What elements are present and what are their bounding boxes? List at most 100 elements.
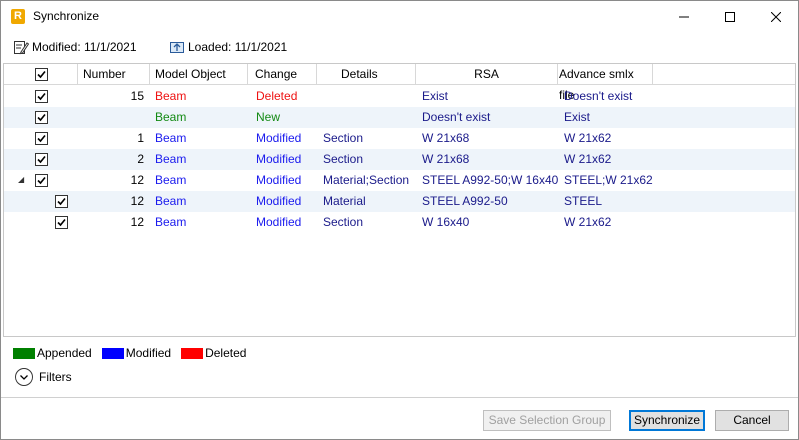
- minimize-button[interactable]: [661, 1, 707, 32]
- legend-swatch-deleted: [181, 347, 204, 359]
- cell-object: Beam: [155, 215, 187, 229]
- row-checkbox[interactable]: [35, 111, 48, 124]
- cell-details: Section: [323, 131, 364, 145]
- select-all-checkbox[interactable]: [35, 68, 48, 81]
- legend-swatch-appended: [13, 347, 35, 359]
- legend-appended: Appended: [13, 346, 92, 360]
- cell-object: Beam: [155, 89, 187, 103]
- cell-advance: W 21x62: [564, 131, 612, 145]
- cell-number: 15: [130, 89, 144, 103]
- cell-rsa: Doesn't exist: [422, 110, 491, 124]
- cell-advance: W 21x62: [564, 152, 612, 166]
- cell-advance: STEEL;W 21x62: [564, 173, 653, 187]
- row-checkbox[interactable]: [55, 216, 68, 229]
- cell-rsa: W 16x40: [422, 215, 470, 229]
- cell-number: 1: [137, 131, 144, 145]
- cell-object: Beam: [155, 152, 187, 166]
- window-title: Synchronize: [33, 9, 100, 23]
- checkmark-icon: [37, 134, 46, 143]
- column-header-change[interactable]: Change: [248, 64, 317, 85]
- cell-details: [323, 107, 415, 128]
- maximize-button[interactable]: [707, 1, 753, 32]
- legend-modified: Modified: [101, 346, 172, 360]
- checkmark-icon: [57, 218, 66, 227]
- synchronize-dialog: R Synchronize Modified: 11/1/2021 Loaded…: [0, 0, 799, 440]
- row-checkbox[interactable]: [55, 195, 68, 208]
- load-icon: [170, 42, 184, 53]
- close-icon: [771, 11, 781, 22]
- loaded-text: Loaded: 11/1/2021: [188, 40, 288, 54]
- legend-label: Appended: [37, 346, 92, 360]
- filters-label: Filters: [39, 370, 72, 384]
- column-header-details[interactable]: Details: [317, 64, 416, 85]
- cancel-button[interactable]: Cancel: [715, 410, 789, 431]
- cell-advance: STEEL: [564, 194, 603, 208]
- filters-toggle[interactable]: Filters: [15, 368, 72, 386]
- table-row[interactable]: 15 Beam Deleted Exist Doesn't exist: [4, 86, 795, 107]
- cell-change: New: [256, 110, 281, 124]
- expand-collapse-icon[interactable]: ◢: [18, 175, 24, 184]
- row-checkbox[interactable]: [35, 153, 48, 166]
- cell-details: Material;Section: [323, 173, 410, 187]
- table-row[interactable]: 12 Beam Modified Section W 16x40 W 21x62: [4, 212, 795, 233]
- cell-change: Modified: [256, 215, 302, 229]
- table-row[interactable]: ◢ 12 Beam Modified Material;Section STEEL A99…: [4, 170, 795, 191]
- cell-details: Material: [323, 194, 366, 208]
- table-row[interactable]: Beam New Doesn't exist Exist: [4, 107, 795, 128]
- column-header-advance[interactable]: Advance smlx file: [558, 64, 653, 102]
- table-row[interactable]: 12 Beam Modified Material STEEL A992-50 STEEL: [4, 191, 795, 212]
- cell-number: 12: [130, 194, 144, 208]
- revit-app-icon: R: [11, 9, 25, 24]
- legend-label: Deleted: [205, 346, 247, 360]
- table-row[interactable]: 1 Beam Modified Section W 21x68 W 21x62: [4, 128, 795, 149]
- row-checkbox[interactable]: [35, 132, 48, 145]
- row-checkbox[interactable]: [35, 90, 48, 103]
- checkmark-icon: [37, 70, 46, 79]
- cell-advance: Doesn't exist: [564, 89, 633, 103]
- synchronize-button[interactable]: Synchronize: [629, 410, 705, 431]
- minimize-icon: [679, 16, 689, 17]
- cell-object: Beam: [155, 194, 187, 208]
- cell-object: Beam: [155, 110, 187, 124]
- legend-swatch-modified: [101, 347, 124, 359]
- title-bar: R Synchronize: [1, 1, 798, 32]
- checkmark-icon: [37, 113, 46, 122]
- column-header-rsa[interactable]: RSA: [416, 64, 558, 85]
- legend-deleted: Deleted: [181, 346, 246, 360]
- checkmark-icon: [37, 155, 46, 164]
- cell-rsa: STEEL A992-50;W 16x40: [422, 173, 559, 187]
- row-checkbox[interactable]: [35, 174, 48, 187]
- table-row[interactable]: 2 Beam Modified Section W 21x68 W 21x62: [4, 149, 795, 170]
- close-button[interactable]: [753, 1, 799, 32]
- cell-number: 12: [130, 215, 144, 229]
- cell-advance: Exist: [564, 110, 591, 124]
- select-all-header: [4, 64, 78, 85]
- checkmark-icon: [37, 176, 46, 185]
- synchronize-grid: Number Model Object Change Details RSA A…: [3, 63, 796, 337]
- cell-number: [78, 107, 144, 128]
- cell-details: Section: [323, 152, 364, 166]
- edit-document-icon: [14, 41, 29, 55]
- cell-rsa: W 21x68: [422, 152, 470, 166]
- info-row: Modified: 11/1/2021 Loaded: 11/1/2021: [1, 37, 798, 57]
- cell-change: Deleted: [256, 89, 298, 103]
- footer-divider: [1, 397, 798, 398]
- cell-rsa: Exist: [422, 89, 449, 103]
- maximize-icon: [725, 11, 735, 22]
- save-selection-group-button[interactable]: Save Selection Group: [483, 410, 611, 431]
- cell-change: Modified: [256, 173, 302, 187]
- cell-change: Modified: [256, 194, 302, 208]
- legend: Appended Modified Deleted: [13, 346, 256, 360]
- cell-details: [323, 86, 415, 107]
- checkmark-icon: [37, 92, 46, 101]
- column-header-number[interactable]: Number: [78, 64, 150, 85]
- cell-advance: W 21x62: [564, 215, 612, 229]
- column-header-model-object[interactable]: Model Object: [150, 64, 248, 85]
- cell-change: Modified: [256, 152, 302, 166]
- cell-details: Section: [323, 215, 364, 229]
- cell-change: Modified: [256, 131, 302, 145]
- cell-rsa: STEEL A992-50: [422, 194, 508, 208]
- checkmark-icon: [57, 197, 66, 206]
- cell-object: Beam: [155, 131, 187, 145]
- legend-label: Modified: [125, 346, 172, 360]
